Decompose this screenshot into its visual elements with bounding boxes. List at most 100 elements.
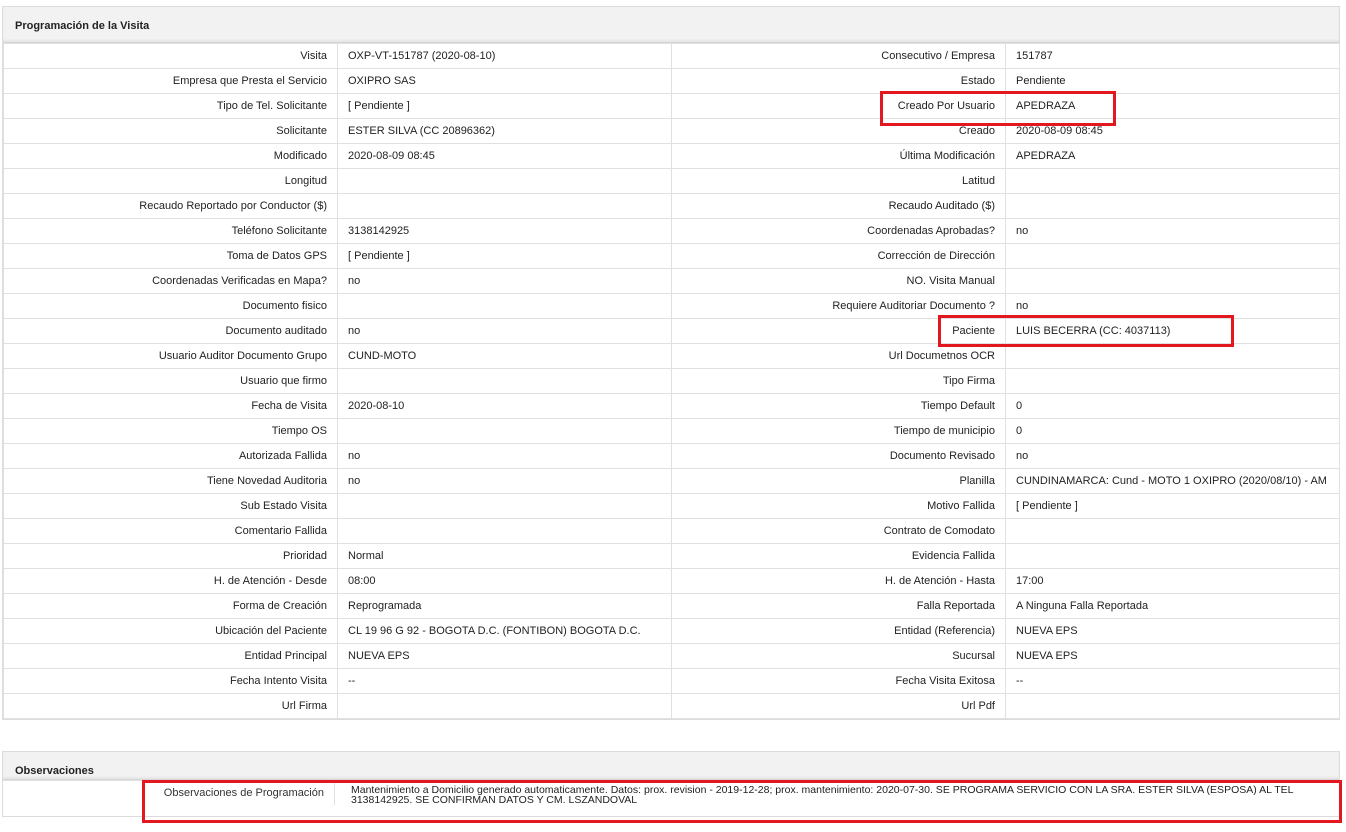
observaciones-row: Observaciones de Programación Mantenimie… [3,780,1339,805]
table-row: Url Firma Url Pdf [3,693,1340,719]
field-label: Recaudo Reportado por Conductor ($) [3,193,338,219]
field-label: Creado [671,118,1006,144]
field-value: OXP-VT-151787 (2020-08-10) [337,43,672,69]
table-row: Tiempo OS Tiempo de municipio 0 [3,418,1340,444]
table-row: Usuario que firmo Tipo Firma [3,368,1340,394]
table-row: H. de Atención - Desde 08:00 H. de Atenció… [3,568,1340,594]
field-value: ESTER SILVA (CC 20896362) [337,118,672,144]
field-label: Consecutivo / Empresa [671,43,1006,69]
field-value: LUIS BECERRA (CC: 4037113) [1005,318,1340,344]
field-value [337,493,672,519]
table-row: Coordenadas Verificadas en Mapa? no NO. V… [3,268,1340,294]
field-value: no [1005,218,1340,244]
field-label: Toma de Datos GPS [3,243,338,269]
field-value [337,418,672,444]
table-row: Fecha Intento Visita -- Fecha Visita Exit… [3,668,1340,694]
field-label: Falla Reportada [671,593,1006,619]
table-row: Ubicación del Paciente CL 19 96 G 92 - BO… [3,618,1340,644]
field-label: Estado [671,68,1006,94]
field-label: Planilla [671,468,1006,494]
field-label: Url Firma [3,693,338,719]
field-label: Fecha Visita Exitosa [671,668,1006,694]
field-label: Teléfono Solicitante [3,218,338,244]
field-label: Latitud [671,168,1006,194]
table-row: Entidad Principal NUEVA EPS Sucursal NUEVA … [3,643,1340,669]
field-value [1005,693,1340,719]
programacion-panel: Programación de la Visita Visita OXP-VT-1… [2,6,1340,720]
field-value: APEDRAZA [1005,93,1340,119]
field-value: NUEVA EPS [1005,618,1340,644]
field-value: CUND-MOTO [337,343,672,369]
field-label: Documento fisico [3,293,338,319]
field-value [337,368,672,394]
field-value: 2020-08-09 08:45 [337,143,672,169]
field-label: Contrato de Comodato [671,518,1006,544]
table-row: Toma de Datos GPS[ Pendiente ] Corrección… [3,243,1340,269]
field-value: NUEVA EPS [1005,643,1340,669]
field-label: Sub Estado Visita [3,493,338,519]
field-value: [ Pendiente ] [337,93,672,119]
field-value: -- [1005,668,1340,694]
field-label: Entidad (Referencia) [671,618,1006,644]
field-label: Paciente [671,318,1006,344]
field-value [1005,243,1340,269]
field-value: CUNDINAMARCA: Cund - MOTO 1 OXIPRO (2020… [1005,468,1340,494]
field-value [337,518,672,544]
table-row: Solicitante ESTER SILVA (CC 20896362) Crea… [3,118,1340,144]
field-value [337,693,672,719]
table-row: Prioridad Normal Evidencia Fallida [3,543,1340,569]
observaciones-panel: Observaciones Observaciones de Programac… [2,751,1340,817]
field-label: Fecha de Visita [3,393,338,419]
table-row: Fecha de Visita 2020-08-10 Tiempo Default… [3,393,1340,419]
field-value: 17:00 [1005,568,1340,594]
field-value: A Ninguna Falla Reportada [1005,593,1340,619]
field-label: Coordenadas Aprobadas? [671,218,1006,244]
field-label: Tipo de Tel. Solicitante [3,93,338,119]
field-value: 08:00 [337,568,672,594]
field-label: Ubicación del Paciente [3,618,338,644]
field-value: OXIPRO SAS [337,68,672,94]
observaciones-label: Observaciones de Programación [3,781,335,805]
field-value: no [337,468,672,494]
table-row: Visita OXP-VT-151787 (2020-08-10) Consecut… [3,43,1340,69]
field-label: Documento Revisado [671,443,1006,469]
field-label: Tiempo de municipio [671,418,1006,444]
field-label: Longitud [3,168,338,194]
field-label: Coordenadas Verificadas en Mapa? [3,268,338,294]
field-value: 2020-08-10 [337,393,672,419]
field-value [337,193,672,219]
field-value: CL 19 96 G 92 - BOGOTA D.C. (FONTIBON) B… [337,618,672,644]
table-row: Autorizada Fallida no Documento Revisado … [3,443,1340,469]
field-label: H. de Atención - Hasta [671,568,1006,594]
table-row: Tiene Novedad Auditoria no Planilla CUNDIN… [3,468,1340,494]
field-value: no [337,268,672,294]
field-value: -- [337,668,672,694]
field-value: [ Pendiente ] [1005,493,1340,519]
field-label: Entidad Principal [3,643,338,669]
table-row: Sub Estado Visita Motivo Fallida[ Pendien… [3,493,1340,519]
field-label: Modificado [3,143,338,169]
field-value [337,168,672,194]
field-label: Evidencia Fallida [671,543,1006,569]
field-label: Tiene Novedad Auditoria [3,468,338,494]
table-row: Longitud Latitud [3,168,1340,194]
table-row: Documento fisico Requiere Auditoriar Docu… [3,293,1340,319]
field-value: Reprogramada [337,593,672,619]
field-value [1005,268,1340,294]
field-label: Tipo Firma [671,368,1006,394]
section-title: Programación de la Visita [3,7,1339,43]
field-label: Documento auditado [3,318,338,344]
field-label: Fecha Intento Visita [3,668,338,694]
table-row: Tipo de Tel. Solicitante[ Pendiente ] Cre… [3,93,1340,119]
table-row: Documento auditado no Paciente LUIS BECERR… [3,318,1340,344]
observaciones-value: Mantenimiento a Domicilio generado autom… [351,784,1294,806]
field-value: Normal [337,543,672,569]
field-value: 2020-08-09 08:45 [1005,118,1340,144]
field-value: no [337,318,672,344]
field-label: Url Pdf [671,693,1006,719]
field-label: Solicitante [3,118,338,144]
details-table: Visita OXP-VT-151787 (2020-08-10) Consecut… [3,43,1340,719]
field-label: Recaudo Auditado ($) [671,193,1006,219]
field-value [1005,518,1340,544]
field-label: Última Modificación [671,143,1006,169]
